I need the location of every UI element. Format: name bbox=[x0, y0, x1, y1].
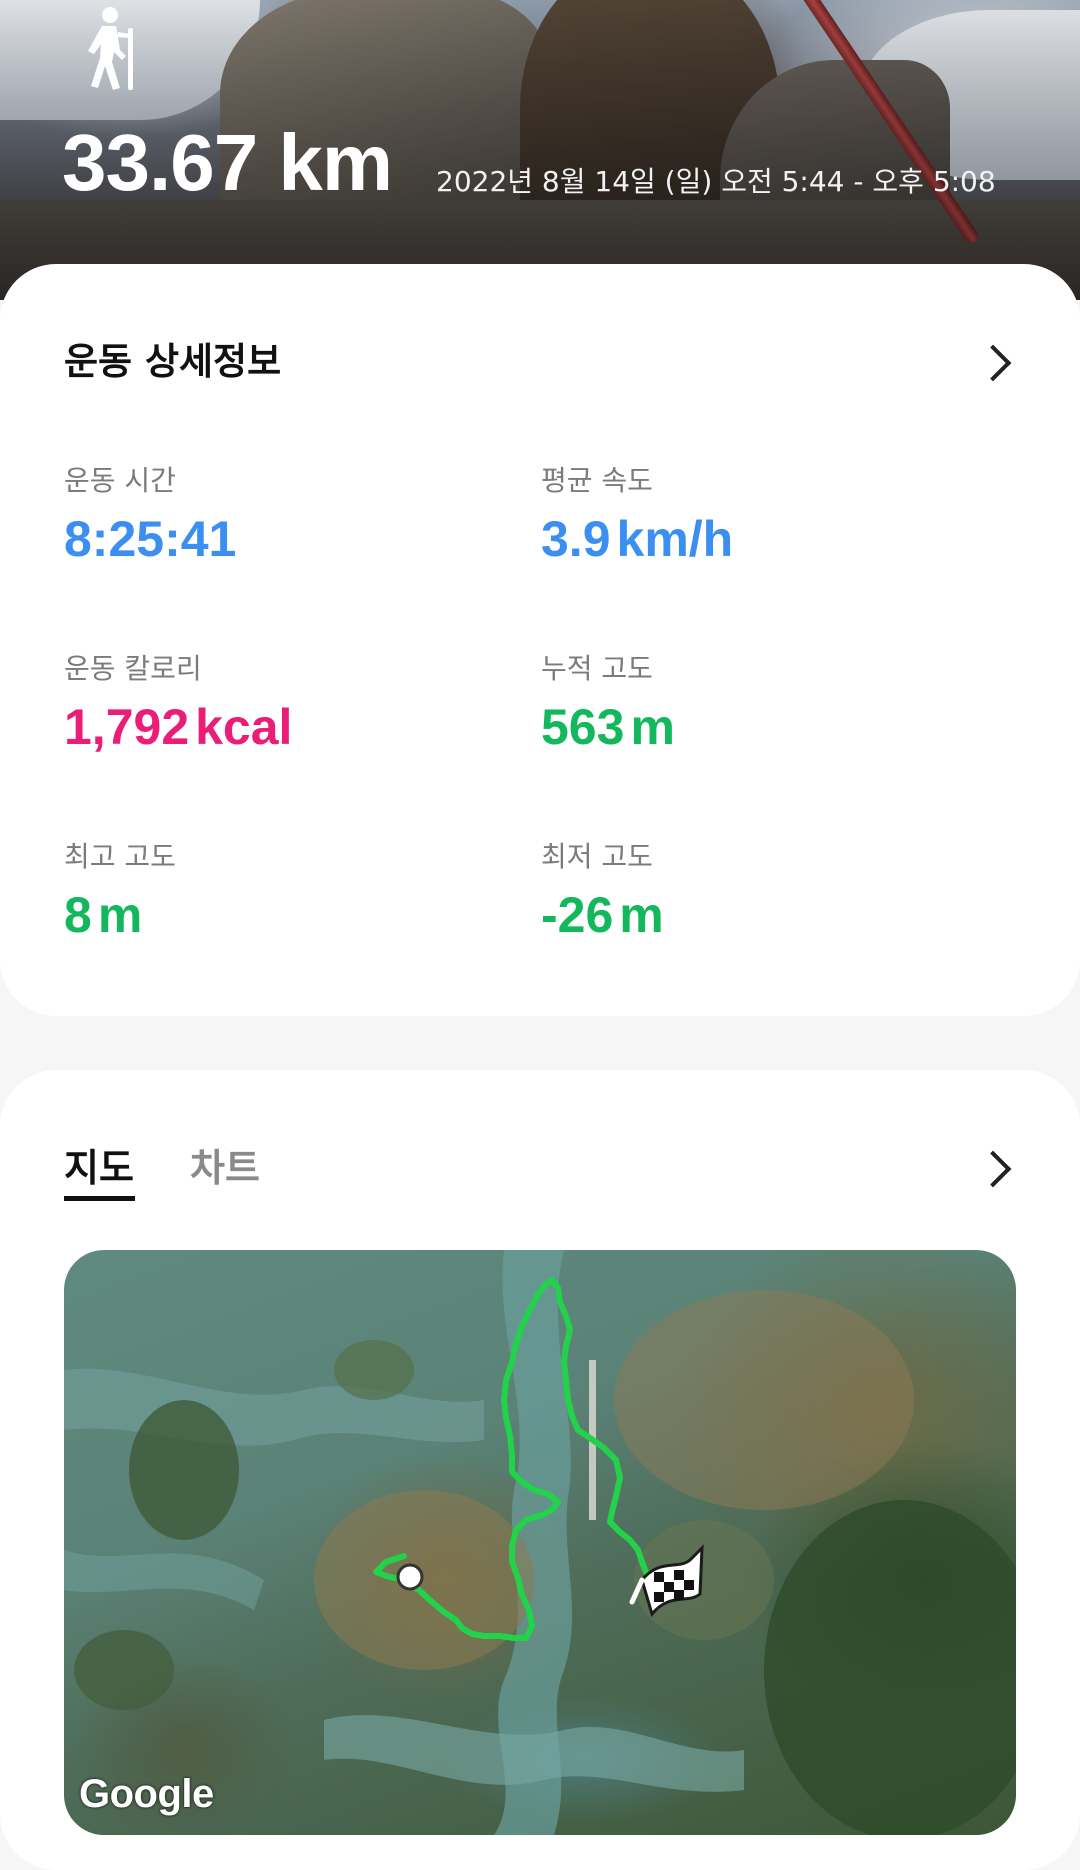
stat-unit: m bbox=[630, 699, 675, 755]
google-logo: Google bbox=[79, 1772, 214, 1816]
start-point-icon bbox=[396, 1563, 424, 1591]
stat-unit: km/h bbox=[616, 511, 734, 567]
stat-label-min-altitude: 최저 고도 bbox=[541, 840, 653, 873]
stat-value-max-altitude: 8m bbox=[64, 886, 142, 944]
stat-value-avg-speed: 3.9 km/h bbox=[541, 510, 733, 568]
stat-number: -26 bbox=[541, 887, 614, 943]
stat-number: 8 bbox=[64, 887, 92, 943]
workout-date-range: 2022년 8월 14일 (일) 오전 5:44 - 오후 5:08 bbox=[436, 165, 996, 198]
stat-number: 1,792 bbox=[64, 699, 190, 755]
stat-label-elevation-gain: 누적 고도 bbox=[541, 652, 653, 685]
stat-number: 8:25:41 bbox=[64, 511, 237, 567]
tab-map-underline bbox=[64, 1196, 135, 1201]
workout-details-title[interactable]: 운동 상세정보 bbox=[64, 338, 281, 386]
route-map[interactable]: Google bbox=[64, 1250, 1016, 1835]
total-distance: 33.67 km bbox=[62, 118, 393, 207]
stat-label-max-altitude: 최고 고도 bbox=[64, 840, 176, 873]
stat-value-min-altitude: -26 m bbox=[541, 886, 664, 944]
stat-label-avg-speed: 평균 속도 bbox=[541, 464, 653, 497]
route-map-overlay bbox=[64, 1250, 1016, 1835]
stat-value-duration: 8:25:41 bbox=[64, 510, 236, 568]
stat-value-elevation-gain: 563 m bbox=[541, 698, 675, 756]
hiking-icon bbox=[88, 7, 133, 90]
stat-number: 3.9 bbox=[541, 511, 611, 567]
stat-label-calories: 운동 칼로리 bbox=[64, 652, 202, 685]
stat-unit: m bbox=[97, 887, 143, 943]
stat-unit: m bbox=[619, 887, 664, 943]
tab-map[interactable]: 지도 bbox=[64, 1143, 134, 1193]
stat-value-calories: 1,792 kcal bbox=[64, 698, 292, 756]
stat-unit: kcal bbox=[195, 699, 293, 755]
stat-number: 563 bbox=[541, 699, 625, 755]
stat-label-duration: 운동 시간 bbox=[64, 464, 176, 497]
tab-chart[interactable]: 차트 bbox=[190, 1143, 260, 1193]
